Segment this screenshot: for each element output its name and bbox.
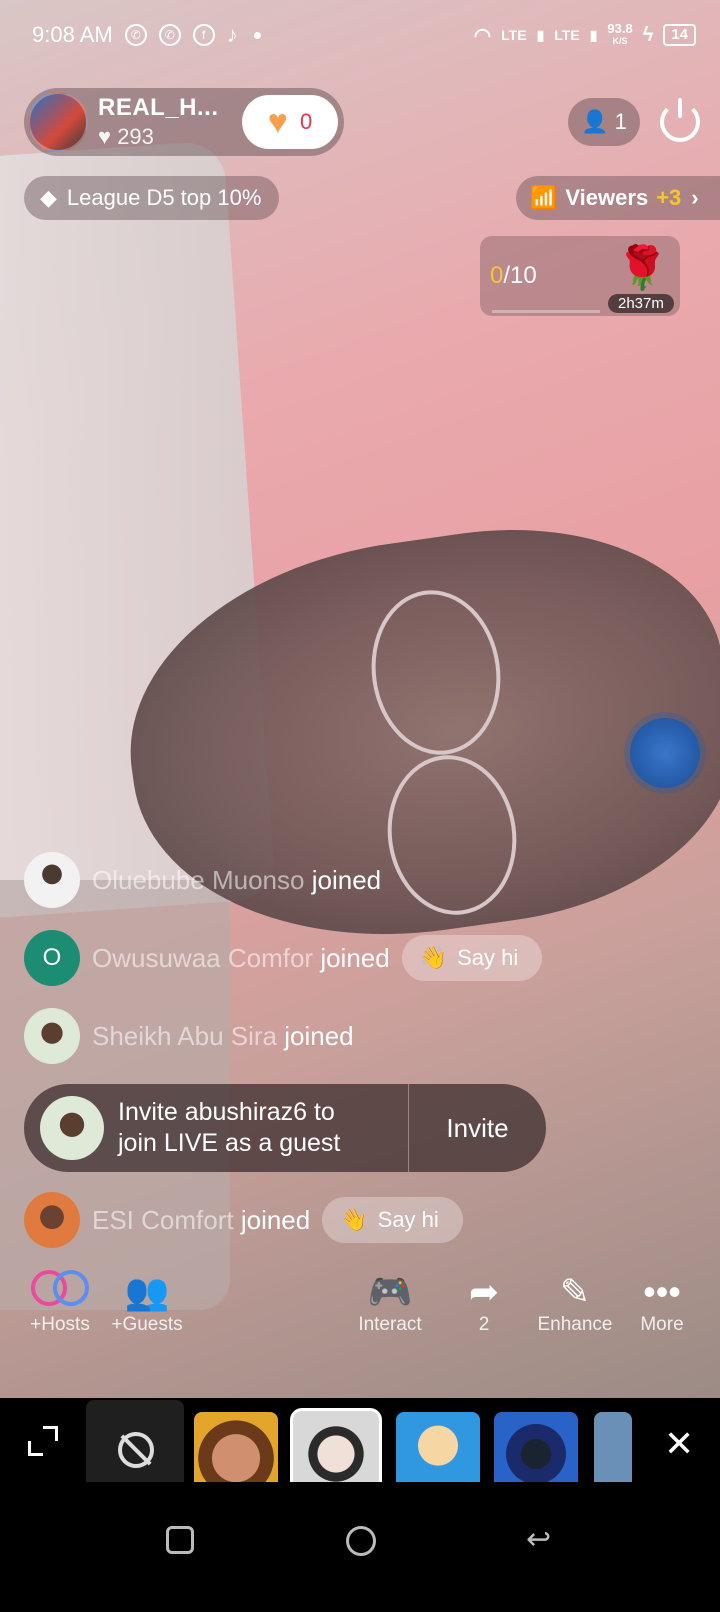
whatsapp-business-icon: ✆	[158, 24, 181, 46]
recents-icon[interactable]	[166, 1526, 194, 1554]
close-icon[interactable]: ✕	[664, 1426, 694, 1462]
status-time: 9:08 AM	[32, 22, 113, 47]
join-message: Oluebube Muonso joined	[24, 852, 381, 908]
link-hosts-icon	[24, 1270, 96, 1314]
charging-icon: ϟ	[642, 23, 654, 46]
join-message: Sheikh Abu Sira joined	[24, 1008, 354, 1064]
person-icon: 👤	[581, 109, 609, 134]
heart-icon: ♥	[267, 103, 288, 141]
network-lte-1: LTE	[501, 27, 527, 43]
enhance-button[interactable]: ✎ Enhance	[532, 1270, 618, 1336]
wifi-icon: ◠	[473, 24, 492, 47]
host-likes: ♥ 293	[98, 124, 154, 149]
add-guests-button[interactable]: 👥 +Guests	[108, 1270, 186, 1336]
bottom-toolbar: +Hosts 👥 +Guests 🎮 Interact ➦ 2 ✎ Enhanc…	[0, 1270, 720, 1360]
floating-touch-dot[interactable]	[630, 718, 700, 788]
battery-indicator: 14	[663, 24, 696, 46]
interact-button[interactable]: 🎮 Interact	[350, 1270, 430, 1336]
power-end-live-icon[interactable]	[660, 98, 700, 142]
host-profile-pill[interactable]: REAL_H... ♥ 293 ♥ 0	[24, 88, 344, 156]
league-badge[interactable]: ◆ League D5 top 10%	[24, 176, 280, 220]
chart-icon: 📶	[530, 185, 558, 210]
effects-tray: ✕	[0, 1398, 720, 1500]
invite-text: Invite abushiraz6 to join LIVE as a gues…	[118, 1098, 341, 1157]
wave-hand-icon: 👋	[419, 945, 448, 970]
say-hi-button[interactable]: 👋 Say hi	[401, 935, 543, 981]
tiktok-icon: ♪	[226, 22, 238, 47]
home-icon[interactable]	[346, 1526, 376, 1556]
viewer-count-button[interactable]: 👤 1	[568, 98, 640, 146]
join-message: ESI Comfort joined 👋 Say hi	[24, 1192, 463, 1248]
facebook-icon: f	[192, 24, 215, 46]
share-arrow-icon: ➦	[468, 1271, 500, 1312]
add-hosts-button[interactable]: +Hosts	[24, 1270, 96, 1336]
signal-icon: ▮	[536, 26, 545, 43]
host-info: REAL_H... ♥ 293	[98, 94, 219, 150]
avatar[interactable]	[40, 1096, 104, 1160]
goal-count: 0/10	[490, 262, 537, 289]
host-name: REAL_H...	[98, 94, 219, 121]
magic-wand-icon: ✎	[559, 1271, 591, 1312]
say-hi-button[interactable]: 👋 Say hi	[322, 1197, 463, 1243]
goal-progress-bar	[492, 310, 600, 313]
goal-timer: 2h37m	[608, 294, 674, 313]
expand-icon[interactable]	[28, 1426, 58, 1456]
status-bar: 9:08 AM ✆ ✆ f ♪ ◠ LTE ▮ LTE ▮ 93.8 K/S ϟ…	[0, 0, 720, 70]
gamepad-icon: 🎮	[367, 1271, 413, 1312]
notification-dot-icon	[253, 31, 261, 39]
avatar[interactable]	[24, 852, 80, 908]
rose-icon: 🌹	[616, 244, 669, 291]
viewers-label: Viewers	[565, 185, 649, 210]
chevron-right-icon: ›	[691, 185, 699, 210]
heart-outline-icon: ♥	[98, 124, 112, 149]
viewers-delta: +3	[656, 185, 682, 210]
signal-icon: ▮	[589, 26, 598, 43]
join-message: O Owusuwaa Comfor joined 👋 Say hi	[24, 930, 543, 986]
system-nav-bar: ↩	[0, 1482, 720, 1612]
more-dots-icon: •••	[643, 1271, 681, 1312]
heart-count: 0	[299, 109, 313, 134]
heart-gift-button[interactable]: ♥ 0	[242, 95, 338, 149]
host-avatar[interactable]	[28, 92, 88, 152]
avatar[interactable]	[24, 1192, 80, 1248]
invite-guest-banner: Invite abushiraz6 to join LIVE as a gues…	[24, 1084, 546, 1172]
viewers-button[interactable]: 📶 Viewers +3 ›	[516, 176, 720, 220]
network-lte-2: LTE	[554, 27, 580, 43]
avatar[interactable]: O	[24, 930, 80, 986]
gift-goal-card[interactable]: 0/10 🌹 2h37m	[480, 236, 680, 316]
net-speed: 93.8 K/S	[607, 21, 633, 46]
guests-icon: 👥	[124, 1271, 170, 1312]
more-button[interactable]: ••• More	[634, 1270, 690, 1336]
diamond-icon: ◆	[40, 185, 57, 210]
wave-hand-icon: 👋	[340, 1207, 368, 1232]
share-button[interactable]: ➦ 2	[456, 1270, 512, 1336]
invite-button[interactable]: Invite	[409, 1113, 546, 1144]
whatsapp-icon: ✆	[124, 24, 147, 46]
back-icon[interactable]: ↩	[526, 1522, 551, 1557]
avatar[interactable]	[24, 1008, 80, 1064]
league-label: League D5 top 10%	[66, 185, 262, 210]
